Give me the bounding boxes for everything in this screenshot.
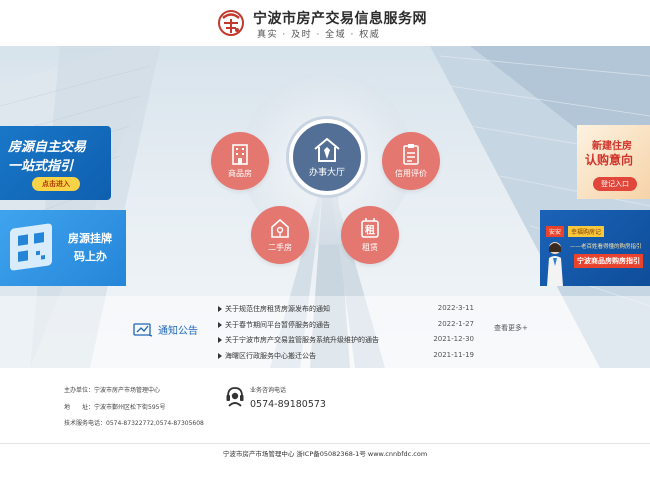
notice-item[interactable]: 关于春节期间平台暂停服务的通告 2022-1-27 <box>218 320 476 336</box>
tech-phone-info: 技术服务电话：0574-87322772,0574-87305608 <box>64 420 204 427</box>
clipboard-icon <box>403 144 419 165</box>
qr-phone-icon <box>10 223 52 271</box>
notice-item-date: 2022-3-11 <box>437 304 474 312</box>
guide-character-icon <box>547 242 563 286</box>
banner-tag: 幸福购房记 <box>568 226 605 237</box>
house-tie-icon <box>314 137 340 162</box>
banner-subtitle: ——老百姓看得懂的购房指引 <box>570 244 642 250</box>
address-label: 址： <box>82 404 95 411</box>
banner-tag: 安安 <box>546 226 565 237</box>
address-label: 地 <box>64 404 71 411</box>
notice-item-title: 关于规范住房租赁房源发布的通知 <box>225 305 330 313</box>
site-logo-icon[interactable] <box>218 8 244 38</box>
building-icon <box>232 144 248 165</box>
service-label: 二手房 <box>268 243 292 252</box>
address-info: 地 址：宁波市鄞州区松下街595号 <box>64 402 165 411</box>
sponsor-info: 主办单位：宁波市房产市场管理中心 <box>64 387 161 394</box>
chart-monitor-icon <box>133 322 153 337</box>
new-house-subscription-banner[interactable]: 新建住房 认购意向 登记入口 <box>577 125 650 199</box>
enter-button[interactable]: 点击进入 <box>32 177 80 191</box>
banner-title-line1: 房源挂牌 <box>68 232 112 245</box>
copyright-text: 宁波市房产市场管理中心 浙ICP备05082368-1号 www.cnnbfdc… <box>222 450 428 458</box>
hero-section: 办事大厅 商品房 信用评价 二手房 租 租赁 房源自主交易 一站式指引 点击进入… <box>0 46 650 368</box>
consult-phone-title: 业务咨询电话 <box>250 387 287 394</box>
service-rental[interactable]: 租 租赁 <box>341 206 399 264</box>
bullet-arrow-icon <box>218 352 222 359</box>
banner-title-line2: 认购意向 <box>585 153 634 167</box>
service-hall-button[interactable]: 办事大厅 <box>289 119 365 195</box>
notice-list: 关于规范住房租赁房源发布的通知 2022-3-11 关于春节期间平台暂停服务的通… <box>218 304 476 366</box>
notice-item-title: 关于春节期间平台暂停服务的通告 <box>225 320 330 329</box>
notice-item[interactable]: 海曙区行政服务中心搬迁公告 2021-11-19 <box>218 351 476 367</box>
rent-tag-icon: 租 <box>361 218 379 238</box>
view-more-link[interactable]: 查看更多+ <box>494 323 528 333</box>
banner-title-line1: 新建住房 <box>592 141 632 152</box>
notice-item-date: 2021-11-19 <box>433 350 474 359</box>
key-house-icon <box>271 218 289 238</box>
banner-title: 宁波商品房购房指引 <box>574 254 643 268</box>
service-label: 信用评价 <box>395 169 427 178</box>
notice-item-title: 关于宁波市房产交易监管服务系统升级维护的通告 <box>225 336 379 344</box>
notice-section: 通知公告 关于规范住房租赁房源发布的通知 2022-3-11 关于春节期间平台暂… <box>0 296 650 368</box>
notice-item-date: 2022-1-27 <box>437 319 474 328</box>
notice-item[interactable]: 关于宁波市房产交易监管服务系统升级维护的通告 2021-12-30 <box>218 335 476 351</box>
service-commercial-housing[interactable]: 商品房 <box>211 132 269 190</box>
banner-title-line1: 房源自主交易 <box>8 140 87 155</box>
address-value: 宁波市鄞州区松下街595号 <box>94 404 166 411</box>
bullet-arrow-icon <box>218 306 222 312</box>
house-purchase-guide-banner[interactable]: 安安 幸福购房记 ——老百姓看得懂的购房指引 宁波商品房购房指引 <box>540 210 650 286</box>
headset-service-icon <box>226 387 244 407</box>
notice-item-date: 2021-12-30 <box>433 335 474 343</box>
service-hall-label: 办事大厅 <box>308 167 345 178</box>
qr-listing-banner[interactable]: 房源挂牌 码上办 <box>0 210 126 286</box>
service-label: 商品房 <box>228 169 252 178</box>
register-entry-button[interactable]: 登记入口 <box>593 177 637 191</box>
self-trade-guide-banner[interactable]: 房源自主交易 一站式指引 点击进入 <box>0 126 111 200</box>
notice-item[interactable]: 关于规范住房租赁房源发布的通知 2022-3-11 <box>218 304 476 320</box>
site-footer: 主办单位：宁波市房产市场管理中心 地 址：宁波市鄞州区松下街595号 技术服务电话… <box>0 368 650 500</box>
site-header: 宁波市房产交易信息服务网 真实 · 及时 · 全域 · 权威 <box>0 0 650 46</box>
bullet-arrow-icon <box>218 337 222 343</box>
banner-title-line2: 一站式指引 <box>8 159 74 174</box>
notice-header: 通知公告 <box>133 322 198 337</box>
bullet-arrow-icon <box>218 321 222 328</box>
site-title: 宁波市房产交易信息服务网 <box>253 11 427 27</box>
site-slogan: 真实 · 及时 · 全域 · 权威 <box>257 30 381 40</box>
notice-item-title: 海曙区行政服务中心搬迁公告 <box>225 351 316 360</box>
notice-title: 通知公告 <box>158 326 198 337</box>
footer-divider <box>0 443 650 444</box>
service-label: 租赁 <box>362 243 378 252</box>
consult-phone-number: 0574-89180573 <box>250 399 326 410</box>
svg-text:租: 租 <box>365 224 375 237</box>
service-credit-rating[interactable]: 信用评价 <box>382 132 440 190</box>
service-second-hand-housing[interactable]: 二手房 <box>251 206 309 264</box>
banner-title-line2: 码上办 <box>74 250 107 263</box>
